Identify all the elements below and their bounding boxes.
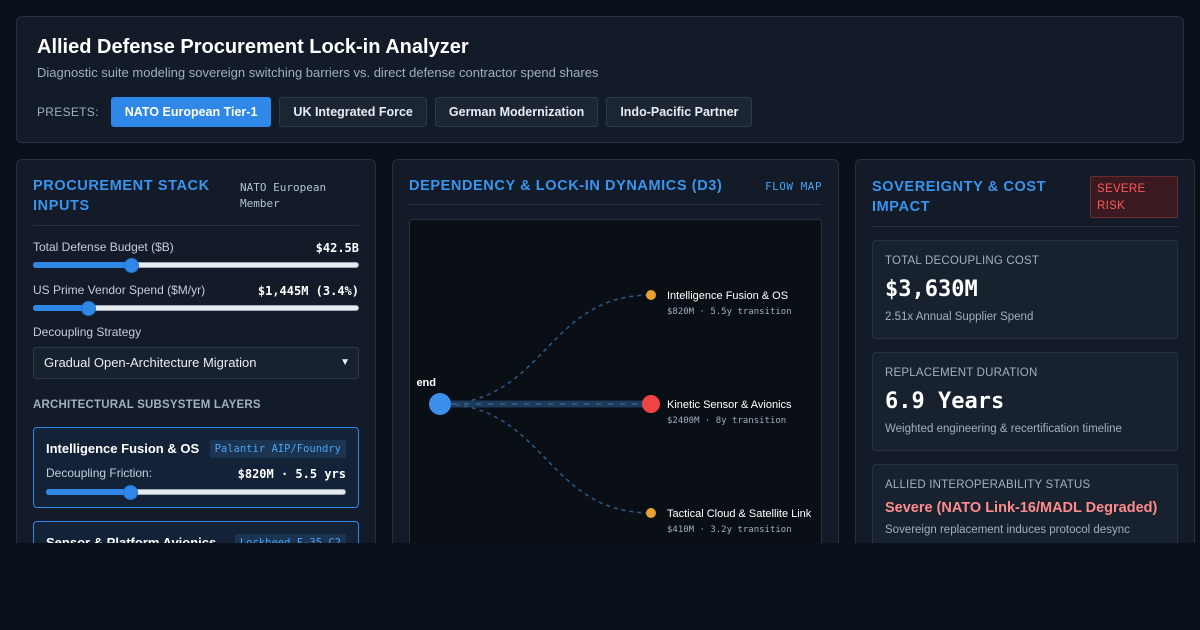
vendor-spend-label: US Prime Vendor Spend ($M/yr) — [33, 283, 206, 297]
preset-button-indo-pacific[interactable]: Indo-Pacific Partner — [606, 97, 753, 127]
vendor-spend-slider-thumb[interactable] — [81, 301, 97, 316]
preset-bar: PRESETS: NATO European Tier-1 UK Integra… — [37, 97, 760, 127]
budget-slider[interactable] — [33, 258, 359, 273]
impact-divider — [872, 226, 1178, 227]
preset-button-german[interactable]: German Modernization — [434, 97, 599, 127]
metric-label: REPLACEMENT DURATION — [885, 367, 1038, 379]
source-node — [429, 393, 451, 415]
profile-badge: NATO European Member — [240, 181, 327, 210]
metric-label: ALLIED INTEROPERABILITY STATUS — [885, 479, 1091, 491]
flow-map-svg: end Intelligence Fusion & OS $820M · 5.5y … — [416, 290, 812, 535]
layer-name: Intelligence Fusion & OS — [46, 441, 200, 456]
flow-map-canvas: end Intelligence Fusion & OS $820M · 5.5y … — [409, 219, 822, 543]
flow-link — [439, 403, 652, 514]
layer-name: Sensor & Platform Avionics — [46, 535, 217, 543]
strategy-select[interactable]: Gradual Open-Architecture Migration ▼ — [33, 347, 359, 379]
target-node-detail: $820M · 5.5y transition — [667, 307, 792, 317]
replacement-duration-card: REPLACEMENT DURATION 6.9 Years Weighted … — [872, 352, 1178, 451]
target-node-label: Intelligence Fusion & OS — [667, 290, 788, 302]
procurement-inputs-panel: PROCUREMENT STACK INPUTS NATO European M… — [16, 159, 376, 543]
metric-label: TOTAL DECOUPLING COST — [885, 255, 1040, 267]
presets-label: PRESETS: — [37, 105, 99, 119]
target-node-label: Kinetic Sensor & Avionics — [667, 399, 792, 411]
impact-panel: SOVEREIGNTY & COST IMPACT SEVERE RISK TO… — [855, 159, 1195, 543]
dependency-panel: DEPENDENCY & LOCK-IN DYNAMICS (D3) FLOW … — [392, 159, 839, 543]
vendor-spend-slider[interactable] — [33, 301, 359, 316]
metric-note: 2.51x Annual Supplier Spend — [885, 311, 1034, 323]
friction-label: Decoupling Friction: — [46, 466, 153, 480]
inputs-panel-title: PROCUREMENT STACK INPUTS — [33, 178, 210, 214]
strategy-selected-value: Gradual Open-Architecture Migration — [44, 355, 257, 370]
inputs-divider — [33, 225, 359, 226]
metric-value: $3,630M — [885, 277, 978, 302]
interoperability-card: ALLIED INTEROPERABILITY STATUS Severe (N… — [872, 464, 1178, 543]
budget-value: $42.5B — [315, 241, 359, 255]
layer-card-intelligence[interactable]: Intelligence Fusion & OS Palantir AIP/Fo… — [33, 427, 359, 508]
budget-slider-thumb[interactable] — [123, 258, 139, 273]
budget-label: Total Defense Budget ($B) — [33, 240, 174, 254]
vendor-spend-value: $1,445M (3.4%) — [257, 284, 359, 298]
metric-value: 6.9 Years — [885, 389, 1005, 414]
friction-slider-thumb[interactable] — [123, 485, 138, 500]
strategy-label: Decoupling Strategy — [33, 325, 142, 339]
source-node-label: end — [416, 377, 436, 389]
dependency-panel-title: DEPENDENCY & LOCK-IN DYNAMICS (D3) — [409, 178, 723, 194]
page-subtitle: Diagnostic suite modeling sovereign swit… — [37, 65, 599, 80]
target-node — [642, 395, 660, 413]
target-node — [646, 290, 656, 300]
interop-status: Severe (NATO Link-16/MADL Degraded) — [885, 500, 1158, 516]
layer-card-avionics[interactable]: Sensor & Platform Avionics Lockheed F-35… — [33, 521, 359, 543]
metric-note: Weighted engineering & recertification t… — [885, 423, 1122, 435]
risk-badge: SEVERE RISK — [1090, 176, 1178, 218]
friction-value: $820M · 5.5 yrs — [237, 467, 346, 481]
vendor-badge: Lockheed F-35 C2 — [234, 534, 346, 543]
app-header: Allied Defense Procurement Lock-in Analy… — [16, 16, 1184, 143]
flow-map-toggle[interactable]: FLOW MAP — [765, 180, 822, 193]
friction-slider[interactable] — [46, 485, 346, 500]
impact-panel-title: SOVEREIGNTY & COST IMPACT — [872, 179, 1047, 215]
preset-button-nato-tier1[interactable]: NATO European Tier-1 — [110, 97, 272, 127]
metric-note: Sovereign replacement induces protocol d… — [885, 524, 1130, 536]
page-title: Allied Defense Procurement Lock-in Analy… — [37, 36, 469, 58]
decoupling-cost-card: TOTAL DECOUPLING COST $3,630M 2.51x Annu… — [872, 240, 1178, 339]
layers-heading: ARCHITECTURAL SUBSYSTEM LAYERS — [33, 399, 261, 411]
target-node-label: Tactical Cloud & Satellite Link — [667, 508, 812, 520]
vendor-badge: Palantir AIP/Foundry — [209, 440, 346, 458]
target-node — [646, 508, 656, 518]
target-node-detail: $2400M · 8y transition — [667, 416, 786, 426]
preset-button-uk[interactable]: UK Integrated Force — [279, 97, 427, 127]
app-root: Allied Defense Procurement Lock-in Analy… — [0, 0, 1200, 543]
dependency-divider — [409, 204, 822, 205]
chevron-down-icon: ▼ — [340, 357, 350, 368]
flow-link — [439, 294, 652, 405]
target-node-detail: $410M · 3.2y transition — [667, 525, 792, 535]
